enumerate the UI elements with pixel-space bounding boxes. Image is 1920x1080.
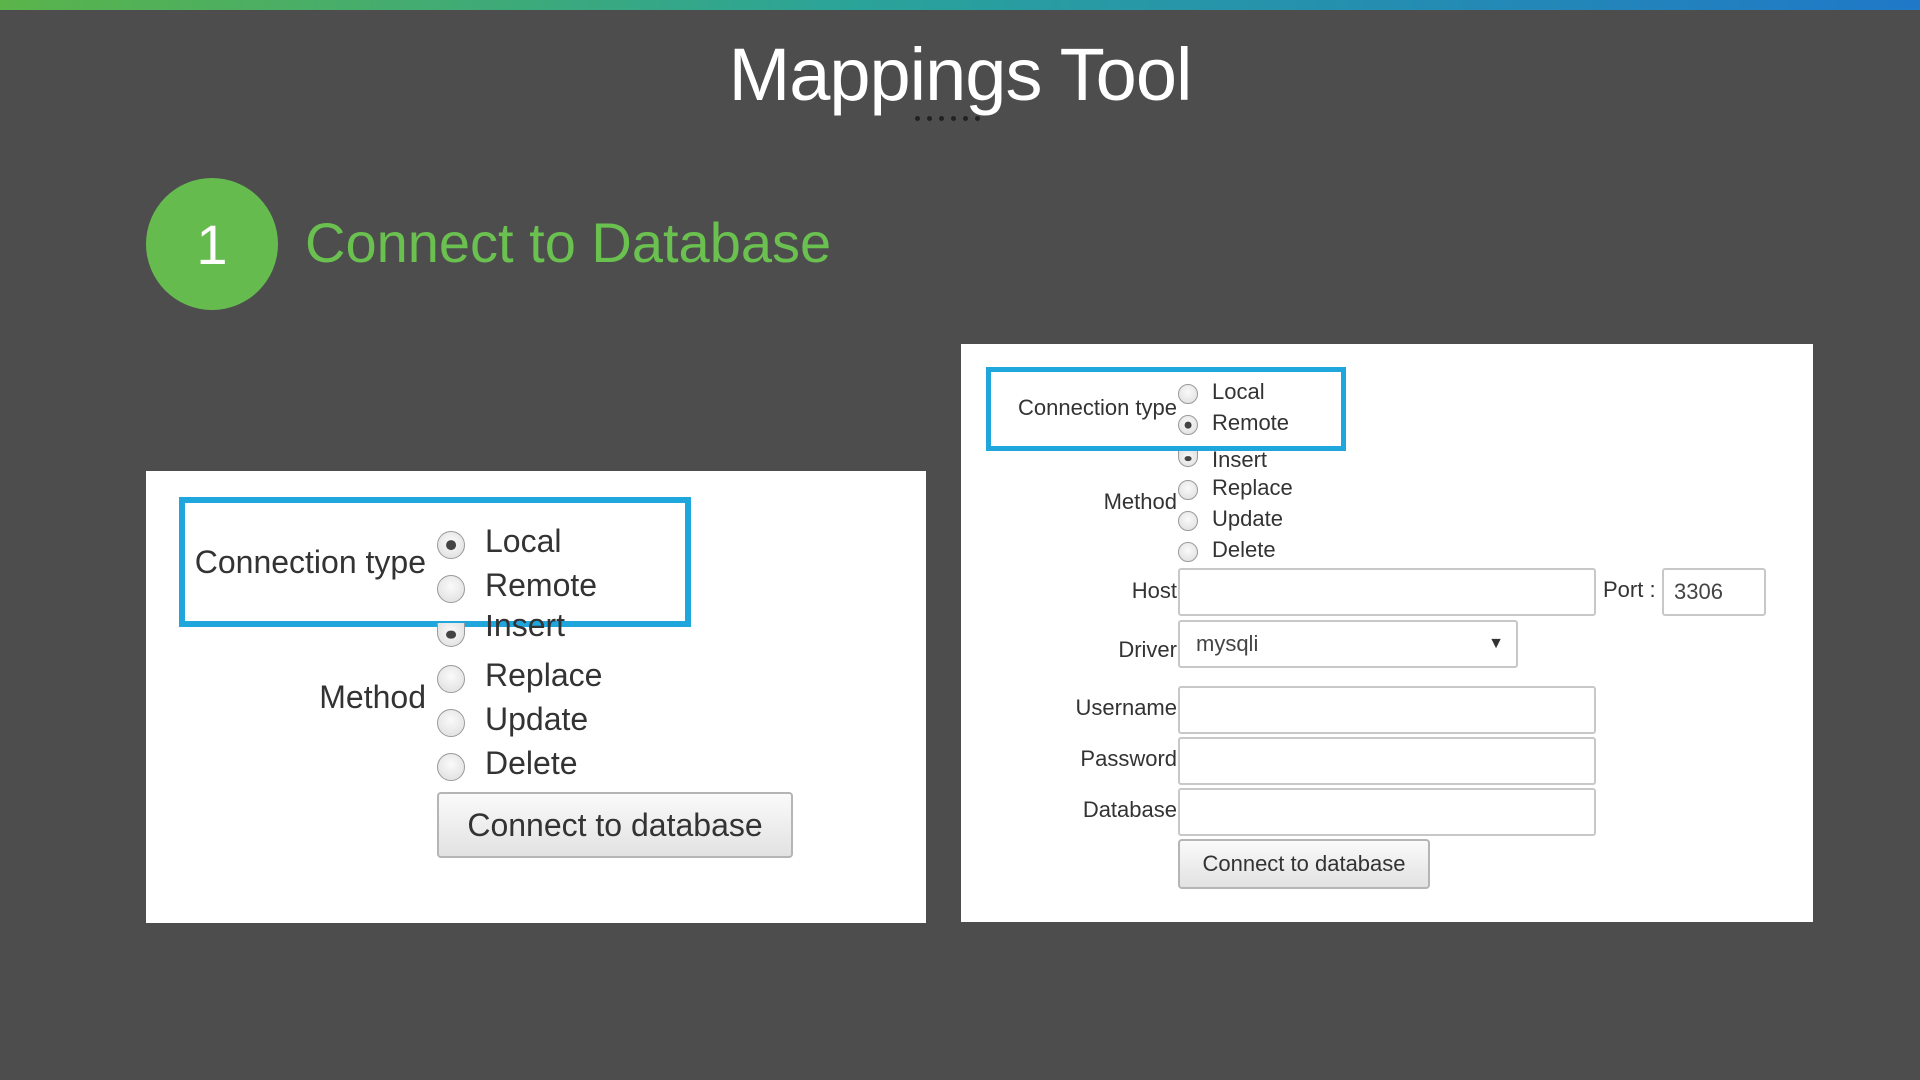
radio-replace[interactable] bbox=[437, 665, 465, 693]
radio-delete[interactable] bbox=[1178, 542, 1198, 562]
option-remote: Remote bbox=[485, 567, 598, 603]
option-replace: Replace bbox=[485, 657, 603, 693]
radio-update[interactable] bbox=[437, 709, 465, 737]
title-underline-dots bbox=[915, 108, 995, 121]
radio-replace[interactable] bbox=[1178, 480, 1198, 500]
driver-label: Driver bbox=[1118, 637, 1177, 662]
method-label: Method bbox=[1103, 489, 1177, 514]
radio-insert[interactable] bbox=[1178, 451, 1198, 467]
option-local: Local bbox=[485, 523, 562, 559]
option-insert: Insert bbox=[1212, 450, 1268, 472]
option-insert: Insert bbox=[485, 615, 566, 643]
password-input[interactable] bbox=[1178, 737, 1596, 785]
option-delete: Delete bbox=[1212, 537, 1276, 562]
database-label: Database bbox=[1082, 797, 1177, 822]
local-connection-form: Connection type Local Remote Method Inse… bbox=[146, 471, 926, 923]
connect-button[interactable]: Connect to database bbox=[1178, 839, 1430, 889]
driver-selected-value: mysqli bbox=[1196, 631, 1259, 656]
port-input[interactable] bbox=[1662, 568, 1766, 616]
method-label: Method bbox=[319, 679, 426, 715]
option-insert-clip: Insert bbox=[1212, 450, 1267, 472]
option-replace: Replace bbox=[1212, 475, 1293, 500]
remote-connection-form: Connection type Local Remote Method Inse… bbox=[961, 344, 1813, 922]
option-local: Local bbox=[1212, 379, 1265, 404]
slide-title: Mappings Tool bbox=[728, 33, 1193, 116]
chevron-down-icon: ▼ bbox=[1488, 635, 1504, 652]
radio-insert[interactable] bbox=[437, 623, 465, 647]
radio-local[interactable] bbox=[1178, 384, 1198, 404]
host-input[interactable] bbox=[1178, 568, 1596, 616]
step-number-badge: 1 bbox=[146, 178, 278, 310]
host-label: Host bbox=[1131, 578, 1177, 603]
radio-remote[interactable] bbox=[1178, 415, 1198, 435]
connection-type-label: Connection type bbox=[1018, 395, 1177, 420]
driver-select[interactable]: mysqli ▼ bbox=[1178, 620, 1518, 668]
option-delete: Delete bbox=[485, 745, 578, 781]
step-title: Connect to Database bbox=[305, 211, 832, 274]
radio-delete[interactable] bbox=[437, 753, 465, 781]
username-label: Username bbox=[1075, 695, 1177, 720]
top-gradient-bar bbox=[0, 0, 1920, 10]
username-input[interactable] bbox=[1178, 686, 1596, 734]
database-input[interactable] bbox=[1178, 788, 1596, 836]
connection-type-label: Connection type bbox=[194, 544, 426, 580]
radio-local[interactable] bbox=[437, 531, 465, 559]
password-label: Password bbox=[1080, 746, 1177, 771]
option-remote: Remote bbox=[1212, 410, 1290, 435]
connect-button[interactable]: Connect to database bbox=[437, 792, 793, 858]
option-update: Update bbox=[1212, 506, 1283, 531]
option-insert-clip: Insert bbox=[485, 615, 565, 647]
option-update: Update bbox=[485, 701, 589, 737]
radio-remote[interactable] bbox=[437, 575, 465, 603]
radio-update[interactable] bbox=[1178, 511, 1198, 531]
port-label: Port : bbox=[1603, 577, 1656, 602]
